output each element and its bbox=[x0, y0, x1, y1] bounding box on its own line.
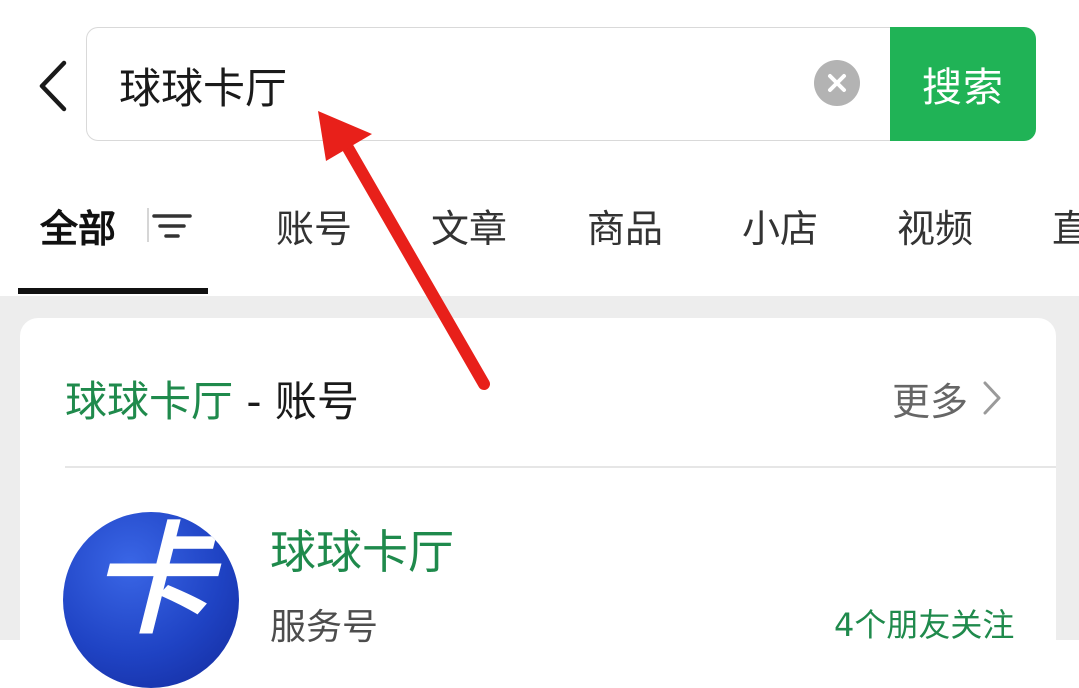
account-type: 服务号 bbox=[270, 607, 379, 648]
search-header: 搜索 bbox=[0, 0, 1079, 170]
account-result-item[interactable]: 卡 球球卡厅 服务号 4个朋友关注 bbox=[20, 468, 1056, 688]
search-box bbox=[86, 27, 890, 141]
search-button[interactable]: 搜索 bbox=[890, 27, 1036, 141]
tab-shops[interactable]: 小店 bbox=[742, 170, 818, 280]
section-title: 球球卡厅 - 账号 bbox=[65, 368, 359, 429]
tab-articles[interactable]: 文章 bbox=[431, 170, 507, 280]
back-button[interactable] bbox=[28, 56, 78, 116]
clear-x-icon bbox=[828, 74, 846, 92]
friends-following-count: 4个朋友关注 bbox=[834, 606, 1015, 644]
tab-products[interactable]: 商品 bbox=[587, 170, 663, 280]
tab-divider bbox=[147, 208, 149, 242]
account-results-card: 球球卡厅 - 账号 更多 卡 球球卡厅 服务号 4个朋友关注 bbox=[20, 318, 1056, 688]
filter-button[interactable] bbox=[152, 206, 192, 246]
clear-button[interactable] bbox=[814, 60, 860, 106]
account-name: 球球卡厅 bbox=[270, 525, 454, 579]
tab-all[interactable]: 全部 bbox=[40, 170, 116, 280]
tab-videos[interactable]: 视频 bbox=[897, 170, 973, 280]
section-suffix: - 账号 bbox=[233, 377, 359, 426]
chevron-left-icon bbox=[39, 60, 67, 112]
category-tabs: 全部 账号 文章 商品 小店 视频 直 bbox=[0, 170, 1079, 296]
section-keyword: 球球卡厅 bbox=[65, 377, 234, 426]
avatar-logo-glyph: 卡 bbox=[91, 512, 211, 651]
filter-lines-icon bbox=[152, 214, 192, 238]
more-label: 更多 bbox=[892, 379, 969, 424]
more-link[interactable]: 更多 bbox=[892, 370, 1002, 426]
account-avatar: 卡 bbox=[63, 512, 239, 688]
tab-accounts[interactable]: 账号 bbox=[276, 170, 352, 280]
chevron-right-icon bbox=[983, 381, 1001, 415]
active-tab-indicator bbox=[18, 288, 208, 294]
search-input[interactable] bbox=[119, 53, 799, 117]
tab-live[interactable]: 直 bbox=[1052, 170, 1079, 280]
